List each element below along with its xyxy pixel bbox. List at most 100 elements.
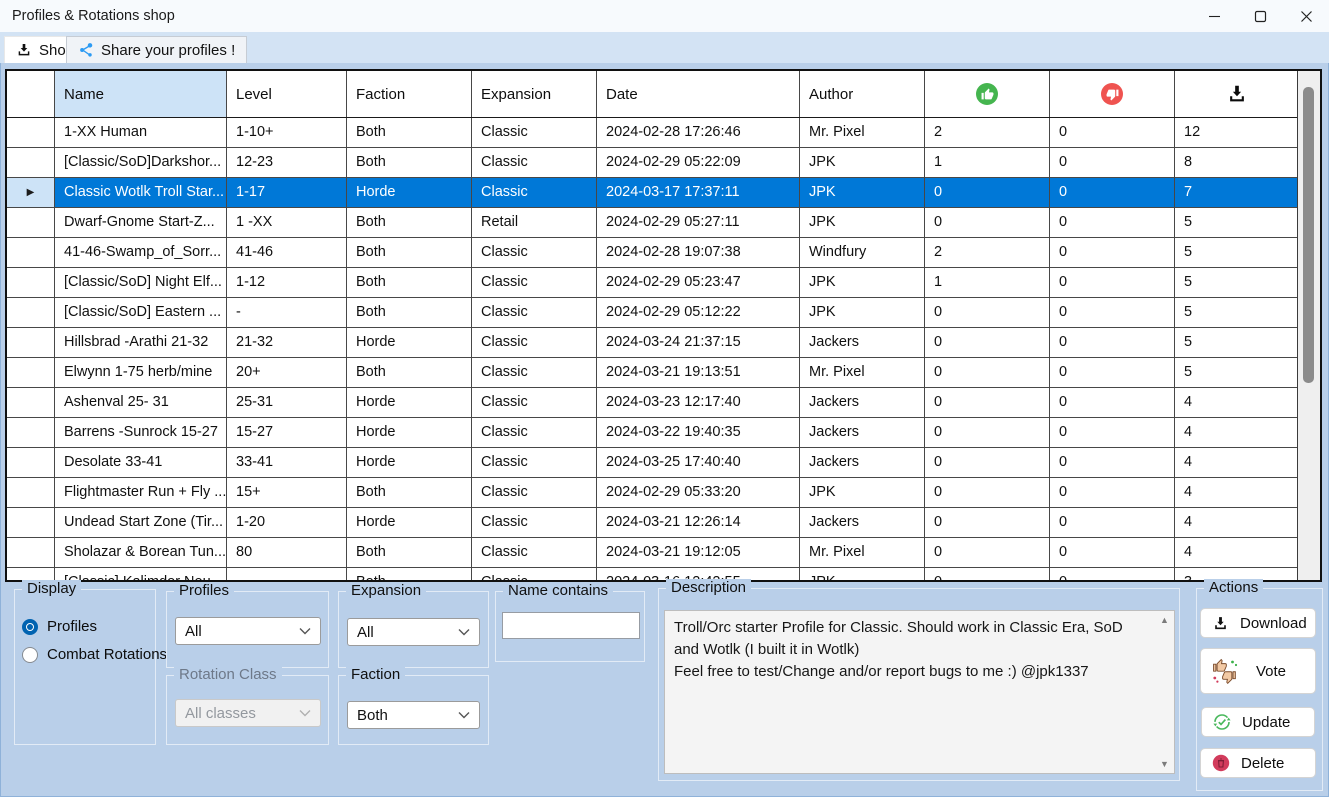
cell-downloads: 4 [1175, 478, 1298, 507]
cell-down: 0 [1050, 208, 1175, 237]
description-group-title: Description [666, 579, 751, 596]
tab-label: Share your profiles ! [101, 42, 235, 59]
row-header-cell[interactable] [7, 538, 55, 567]
vote-button[interactable]: Vote [1200, 648, 1316, 694]
row-header-cell[interactable] [7, 508, 55, 537]
table-row[interactable]: [Classic/SoD] Night Elf...1-12BothClassi… [7, 268, 1298, 298]
cell-faction: Horde [347, 508, 472, 537]
faction-dropdown[interactable]: Both [347, 701, 480, 729]
cell-down: 0 [1050, 388, 1175, 417]
minimize-button[interactable] [1191, 0, 1237, 32]
cell-downloads: 5 [1175, 298, 1298, 327]
display-group: Display [14, 589, 156, 745]
row-header-cell[interactable] [7, 358, 55, 387]
row-header-cell[interactable] [7, 118, 55, 147]
cell-up: 0 [925, 298, 1050, 327]
table-row[interactable]: [Classic/SoD] Eastern ...-BothClassic202… [7, 298, 1298, 328]
column-header-expansion[interactable]: Expansion [472, 71, 597, 117]
cell-name: Classic Wotlk Troll Star... [55, 178, 227, 207]
table-row[interactable]: ▶Classic Wotlk Troll Star...1-17HordeCla… [7, 178, 1298, 208]
cell-expansion: Classic [472, 358, 597, 387]
cell-level: 80 [227, 538, 347, 567]
scrollbar-thumb[interactable] [1303, 87, 1314, 383]
table-row[interactable]: Desolate 33-4133-41HordeClassic2024-03-2… [7, 448, 1298, 478]
table-row[interactable]: Dwarf-Gnome Start-Z...1 -XXBothRetail202… [7, 208, 1298, 238]
table-row[interactable]: Flightmaster Run + Fly ...15+BothClassic… [7, 478, 1298, 508]
radio-combat-rotations[interactable]: Combat Rotations [22, 646, 167, 663]
update-button[interactable]: Update [1201, 707, 1315, 737]
radio-label: Profiles [47, 618, 97, 635]
window-controls [1191, 0, 1329, 32]
table-row[interactable]: 1-XX Human1-10+BothClassic2024-02-28 17:… [7, 118, 1298, 148]
row-header-cell[interactable] [7, 388, 55, 417]
scroll-up-icon[interactable]: ▲ [1160, 615, 1169, 625]
maximize-button[interactable] [1237, 0, 1283, 32]
row-header-cell[interactable] [7, 448, 55, 477]
cell-faction: Horde [347, 388, 472, 417]
table-row[interactable]: Hillsbrad -Arathi 21-3221-32HordeClassic… [7, 328, 1298, 358]
chevron-down-icon [458, 711, 470, 719]
name-contains-input[interactable] [502, 612, 640, 639]
app-window: Profiles & Rotations shop Shop Share you… [0, 0, 1329, 797]
download-icon [1212, 615, 1229, 632]
description-box[interactable]: Troll/Orc starter Profile for Classic. S… [664, 610, 1175, 774]
column-header-author[interactable]: Author [800, 71, 925, 117]
column-header-likes[interactable] [925, 71, 1050, 117]
table-row[interactable]: Sholazar & Borean Tun...80BothClassic202… [7, 538, 1298, 568]
cell-faction: Both [347, 268, 472, 297]
cell-name: 1-XX Human [55, 118, 227, 147]
column-header-downloads[interactable] [1175, 71, 1298, 117]
cell-downloads: 5 [1175, 268, 1298, 297]
column-header-faction[interactable]: Faction [347, 71, 472, 117]
column-header-date[interactable]: Date [597, 71, 800, 117]
profiles-dropdown[interactable]: All [175, 617, 321, 645]
cell-author: Jackers [800, 328, 925, 357]
close-button[interactable] [1283, 0, 1329, 32]
cell-expansion: Classic [472, 478, 597, 507]
row-header-cell[interactable] [7, 238, 55, 267]
table-row[interactable]: [Classic] Kalimdor Neu...-BothClassic202… [7, 568, 1298, 580]
row-header-cell[interactable] [7, 298, 55, 327]
table-header-row: Name Level Faction Expansion Date Author [7, 71, 1298, 118]
cell-name: Desolate 33-41 [55, 448, 227, 477]
maximize-icon [1254, 10, 1267, 23]
column-header-name[interactable]: Name [55, 71, 227, 117]
table-row[interactable]: Ashenval 25- 3125-31HordeClassic2024-03-… [7, 388, 1298, 418]
description-scrollbar[interactable]: ▲ ▼ [1156, 612, 1173, 772]
table-row[interactable]: 41-46-Swamp_of_Sorr...41-46BothClassic20… [7, 238, 1298, 268]
cell-down: 0 [1050, 118, 1175, 147]
cell-level: 33-41 [227, 448, 347, 477]
select-all-corner-cell[interactable] [7, 71, 55, 117]
cell-date: 2024-03-21 19:12:05 [597, 538, 800, 567]
expansion-dropdown[interactable]: All [347, 618, 480, 646]
tab-share-profiles[interactable]: Share your profiles ! [66, 36, 247, 63]
delete-button[interactable]: Delete [1200, 748, 1316, 778]
cell-author: JPK [800, 178, 925, 207]
row-header-cell[interactable] [7, 268, 55, 297]
row-header-cell[interactable] [7, 328, 55, 357]
scroll-down-icon[interactable]: ▼ [1160, 759, 1169, 769]
table-row[interactable]: Undead Start Zone (Tir...1-20HordeClassi… [7, 508, 1298, 538]
table-vertical-scrollbar[interactable] [1297, 71, 1320, 580]
table-row[interactable]: [Classic/SoD]Darkshor...12-23BothClassic… [7, 148, 1298, 178]
cell-level: 20+ [227, 358, 347, 387]
row-header-cell[interactable] [7, 418, 55, 447]
cell-downloads: 4 [1175, 388, 1298, 417]
cell-downloads: 5 [1175, 208, 1298, 237]
table-row[interactable]: Elwynn 1-75 herb/mine20+BothClassic2024-… [7, 358, 1298, 388]
cell-expansion: Classic [472, 568, 597, 580]
row-header-cell[interactable] [7, 478, 55, 507]
cell-downloads: 4 [1175, 508, 1298, 537]
download-button[interactable]: Download [1200, 608, 1316, 638]
table-row[interactable]: Barrens -Sunrock 15-2715-27HordeClassic2… [7, 418, 1298, 448]
row-header-cell[interactable]: ▶ [7, 178, 55, 207]
cell-author: Jackers [800, 448, 925, 477]
row-header-cell[interactable] [7, 568, 55, 580]
row-header-cell[interactable] [7, 148, 55, 177]
cell-name: Dwarf-Gnome Start-Z... [55, 208, 227, 237]
row-header-cell[interactable] [7, 208, 55, 237]
cell-name: Flightmaster Run + Fly ... [55, 478, 227, 507]
column-header-level[interactable]: Level [227, 71, 347, 117]
radio-profiles[interactable]: Profiles [22, 618, 97, 635]
column-header-dislikes[interactable] [1050, 71, 1175, 117]
